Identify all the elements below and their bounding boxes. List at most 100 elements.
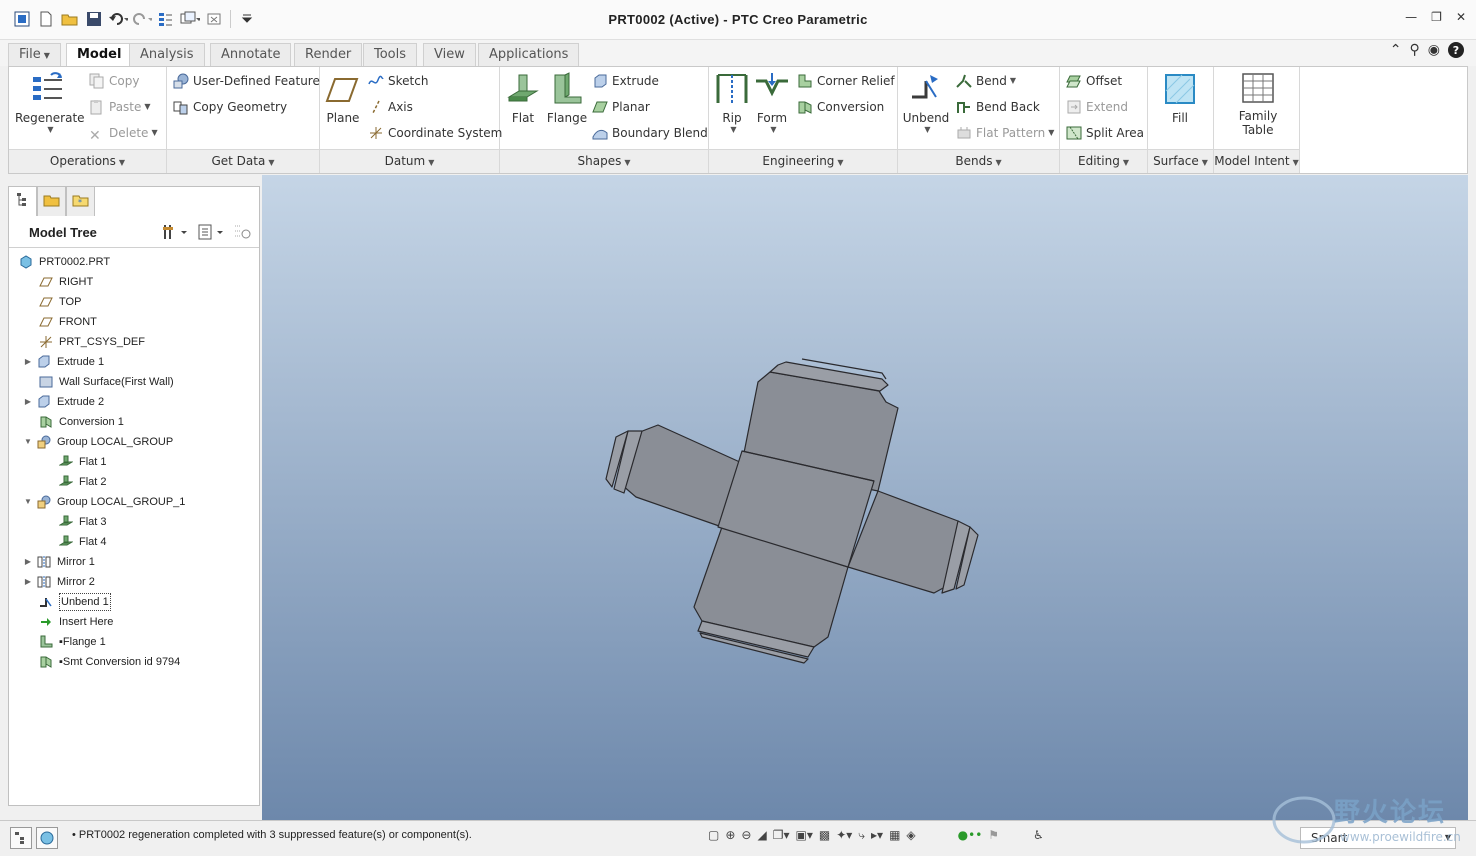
refit-icon[interactable]: ▢ <box>708 828 719 843</box>
appearance-icon[interactable]: ◈ <box>906 828 915 843</box>
tab-file[interactable]: File ▼ <box>8 43 61 66</box>
unbend-button[interactable]: Unbend ▼ <box>902 71 950 134</box>
copy-geometry-button[interactable]: Copy Geometry <box>173 96 287 118</box>
plane-button[interactable]: Plane <box>324 71 362 125</box>
group-footer-datum[interactable]: Datum ▼ <box>320 149 499 173</box>
expand-icon[interactable]: ▶ <box>23 352 33 372</box>
extend-button[interactable]: Extend <box>1066 96 1128 118</box>
tree-item-extrude-2[interactable]: ▶ Extrude 2 <box>23 392 104 412</box>
tab-model[interactable]: Model <box>66 43 133 67</box>
tab-view[interactable]: View <box>423 43 476 66</box>
tree-item-smt-conversion[interactable]: ▪Smt Conversion id 9794 <box>35 652 180 672</box>
fill-button[interactable]: Fill <box>1160 71 1200 125</box>
tree-item-flat-1[interactable]: Flat 1 <box>55 452 107 472</box>
graphics-viewport[interactable] <box>262 175 1468 820</box>
flat-button[interactable]: Flat <box>504 71 542 125</box>
extrude-button[interactable]: Extrude <box>592 70 659 92</box>
group-footer-editing[interactable]: Editing ▼ <box>1060 149 1147 173</box>
tree-item-part[interactable]: PRT0002.PRT <box>19 252 110 272</box>
expand-icon[interactable]: ▶ <box>23 572 33 592</box>
help-icon[interactable]: ? <box>1448 42 1464 58</box>
close-icon[interactable]: ✕ <box>1456 10 1466 24</box>
search-icon[interactable]: ⚲ <box>1410 42 1420 58</box>
tab-analysis[interactable]: Analysis <box>129 43 205 66</box>
axis-button[interactable]: Axis <box>368 96 413 118</box>
tree-item-group-local[interactable]: ▼ Group LOCAL_GROUP <box>23 432 173 452</box>
tree-item-flange-1[interactable]: ▪Flange 1 <box>35 632 106 652</box>
maximize-icon[interactable]: ❐ <box>1431 10 1442 24</box>
bend-back-button[interactable]: Bend Back <box>956 96 1040 118</box>
group-footer-shapes[interactable]: Shapes ▼ <box>500 149 708 173</box>
group-footer-get-data[interactable]: Get Data ▼ <box>167 149 319 173</box>
toggle-browser-icon[interactable] <box>36 827 58 849</box>
tree-item-flat-3[interactable]: Flat 3 <box>55 512 107 532</box>
group-footer-engineering[interactable]: Engineering ▼ <box>709 149 897 173</box>
tree-item-unbend-1[interactable]: Unbend 1 <box>35 592 111 612</box>
group-footer-surface[interactable]: Surface ▼ <box>1148 149 1213 173</box>
spin-center-icon[interactable]: ▸▾ <box>871 828 883 843</box>
tree-item-mirror-2[interactable]: ▶ Mirror 2 <box>23 572 95 592</box>
minimize-icon[interactable]: — <box>1405 10 1417 24</box>
group-footer-bends[interactable]: Bends ▼ <box>898 149 1059 173</box>
tab-render[interactable]: Render <box>294 43 363 66</box>
form-button[interactable]: Form ▼ <box>753 71 791 134</box>
toggle-navigator-icon[interactable] <box>10 827 32 849</box>
annotation-display-icon[interactable]: ⤷ <box>858 828 865 843</box>
group-footer-model-intent[interactable]: Model Intent ▼ <box>1214 149 1299 173</box>
user-defined-feature-button[interactable]: User-Defined Feature <box>173 70 320 92</box>
favorites-tab[interactable]: * <box>66 186 95 216</box>
expand-icon[interactable]: ▶ <box>23 552 33 572</box>
tree-item-mirror-1[interactable]: ▶ Mirror 1 <box>23 552 95 572</box>
tree-item-group-local-1[interactable]: ▼ Group LOCAL_GROUP_1 <box>23 492 185 512</box>
model-tree-tab[interactable] <box>8 186 37 216</box>
group-footer-operations[interactable]: Operations ▼ <box>9 149 166 173</box>
collapse-ribbon-icon[interactable]: ⌃ <box>1390 42 1402 58</box>
flange-button[interactable]: Flange <box>546 71 588 125</box>
tree-item-top[interactable]: TOP <box>35 292 81 312</box>
tree-item-extrude-1[interactable]: ▶ Extrude 1 <box>23 352 104 372</box>
flag-icon[interactable]: ⚑ <box>988 828 999 843</box>
tree-settings-icon[interactable] <box>161 223 191 244</box>
layers-icon[interactable]: ▦ <box>889 828 900 843</box>
coordinate-system-button[interactable]: Coordinate System <box>368 122 502 144</box>
bend-button[interactable]: Bend ▼ <box>956 70 1016 92</box>
tree-show-icon[interactable] <box>197 223 227 244</box>
tree-item-wall-surface[interactable]: Wall Surface(First Wall) <box>35 372 174 392</box>
collapse-icon[interactable]: ▼ <box>23 432 33 452</box>
split-area-button[interactable]: Split Area <box>1066 122 1144 144</box>
tree-item-front[interactable]: FRONT <box>35 312 97 332</box>
regenerate-button[interactable]: Regenerate ▼ <box>15 71 85 134</box>
conversion-button[interactable]: Conversion <box>797 96 884 118</box>
family-table-button[interactable]: Family Table <box>1228 71 1288 137</box>
datum-display-icon[interactable]: ✦▾ <box>836 828 852 843</box>
rip-button[interactable]: Rip ▼ <box>713 71 751 134</box>
tab-annotate[interactable]: Annotate <box>210 43 292 66</box>
display-style-icon[interactable]: ▣▾ <box>795 828 812 843</box>
saved-orientation-icon[interactable]: ❐▾ <box>773 828 790 843</box>
flat-pattern-button[interactable]: Flat Pattern ▼ <box>956 122 1054 144</box>
corner-relief-button[interactable]: Corner Relief <box>797 70 895 92</box>
paste-button[interactable]: Paste ▼ <box>89 96 151 118</box>
zoom-in-icon[interactable]: ⊕ <box>725 828 735 843</box>
find-icon[interactable]: ♿ <box>1033 828 1044 843</box>
repaint-icon[interactable]: ◢ <box>757 828 766 843</box>
expand-icon[interactable]: ▶ <box>23 392 33 412</box>
collapse-icon[interactable]: ▼ <box>23 492 33 512</box>
tree-item-right[interactable]: RIGHT <box>35 272 93 292</box>
sketch-button[interactable]: Sketch <box>368 70 428 92</box>
tab-applications[interactable]: Applications <box>478 43 580 66</box>
offset-button[interactable]: Offset <box>1066 70 1122 92</box>
tab-tools[interactable]: Tools <box>363 43 418 66</box>
tree-item-flat-2[interactable]: Flat 2 <box>55 472 107 492</box>
copy-button[interactable]: Copy <box>89 70 139 92</box>
delete-button[interactable]: ✕ Delete ▼ <box>89 122 158 144</box>
tree-item-insert-here[interactable]: Insert Here <box>35 612 113 632</box>
tree-item-flat-4[interactable]: Flat 4 <box>55 532 107 552</box>
planar-button[interactable]: Planar <box>592 96 650 118</box>
zoom-out-icon[interactable]: ⊖ <box>741 828 751 843</box>
tree-filter-icon[interactable] <box>233 223 253 244</box>
community-icon[interactable]: ◉ <box>1428 42 1440 58</box>
folder-browser-tab[interactable] <box>37 186 66 216</box>
tree-item-csys[interactable]: PRT_CSYS_DEF <box>35 332 145 352</box>
view-manager-icon[interactable]: ▩ <box>819 828 830 843</box>
